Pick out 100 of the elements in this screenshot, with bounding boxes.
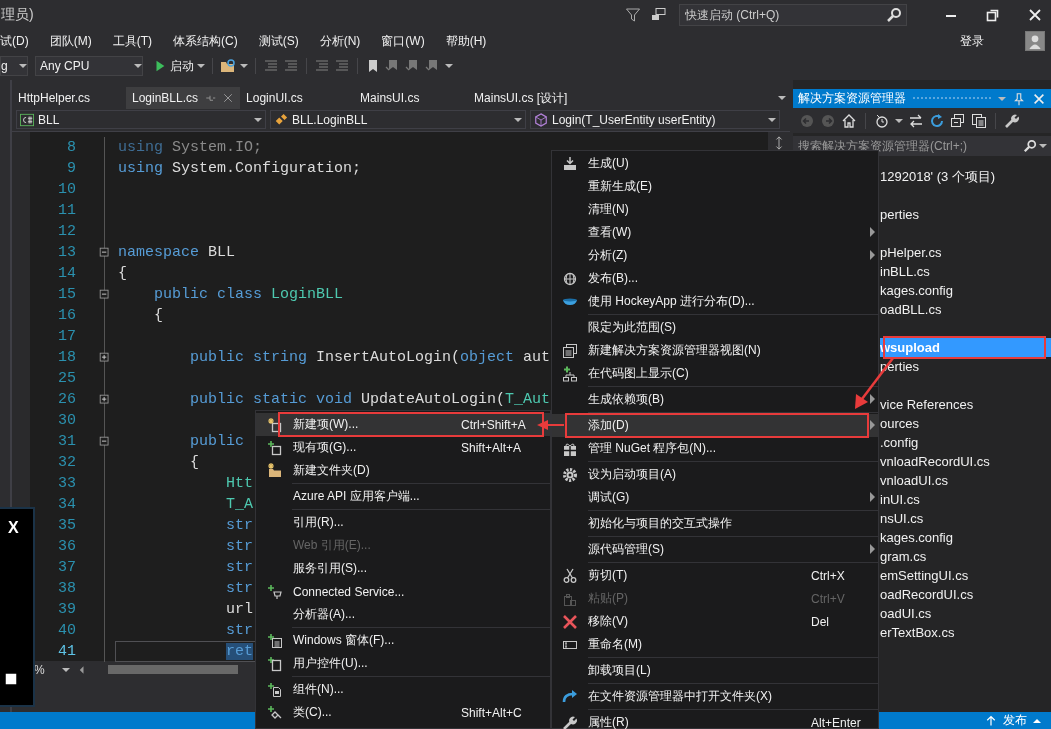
line-number: 32 <box>57 454 76 471</box>
sync-icon[interactable] <box>908 112 924 129</box>
filter-icon[interactable] <box>625 7 641 23</box>
menu-item[interactable]: 类(C)... Shift+Alt+C <box>256 701 550 724</box>
menu-item[interactable]: 体系结构(C) <box>173 32 238 50</box>
tree-item[interactable]: oadUI.cs <box>880 604 1051 623</box>
sign-in-link[interactable]: 登录 <box>960 32 984 50</box>
tree-item[interactable]: oadBLL.cs <box>880 300 1051 319</box>
tree-item[interactable]: emSettingUI.cs <box>880 566 1051 585</box>
menu-item[interactable]: Connected Service... <box>256 580 550 603</box>
editor-tab[interactable]: MainsUI.cs [设计] <box>468 87 583 109</box>
menu-item[interactable]: 初始化与项目的交互式操作 <box>552 512 878 535</box>
expand-icon[interactable] <box>98 350 112 365</box>
menu-item[interactable]: 调试(G) <box>552 486 878 509</box>
menu-item[interactable]: 组件(N)... <box>256 678 550 701</box>
code-line: str <box>225 622 254 639</box>
menu-item[interactable]: 新建文件夹(D) <box>256 459 550 482</box>
menu-item[interactable]: 重新生成(E) <box>552 175 878 198</box>
platform-dropdown[interactable]: Any CPU <box>35 56 143 76</box>
wrench-icon[interactable] <box>1004 112 1020 129</box>
tree-item[interactable]: vice References <box>880 395 1051 414</box>
tree-item[interactable]: ources <box>880 414 1051 433</box>
restore-icon[interactable] <box>985 7 1001 23</box>
menu-item[interactable]: 测试(S) <box>258 32 299 50</box>
menu-item[interactable]: 引用(R)... <box>256 511 550 534</box>
caret-icon <box>514 117 522 122</box>
menu-item[interactable]: 窗口(W) <box>381 32 425 50</box>
feedback-icon[interactable] <box>651 7 667 23</box>
menu-item[interactable]: 工具(T) <box>112 32 152 50</box>
horizontal-scrollbar[interactable] <box>108 665 238 674</box>
tree-item[interactable]: oadRecordUI.cs <box>880 585 1051 604</box>
caret-icon[interactable] <box>778 96 786 100</box>
class-dropdown[interactable]: BLL.LoginBLL <box>270 110 526 129</box>
avatar-icon[interactable] <box>1025 31 1045 51</box>
menu-item[interactable]: 生成依赖项(B) <box>552 388 878 411</box>
tree-item[interactable]: kages.config <box>880 281 1051 300</box>
search-icon[interactable] <box>886 7 902 23</box>
tree-item[interactable]: inBLL.cs <box>880 262 1051 281</box>
configuration-dropdown[interactable]: g <box>0 56 28 76</box>
menu-item[interactable]: 管理 NuGet 程序包(N)... <box>552 437 878 460</box>
collapse-icon[interactable] <box>98 287 112 302</box>
menu-item[interactable]: 设为启动项目(A) <box>552 463 878 486</box>
menu-item[interactable]: 在文件资源管理器中打开文件夹(X) <box>552 685 878 708</box>
quick-launch-field[interactable]: 快速启动 (Ctrl+Q) <box>679 4 907 26</box>
tree-item[interactable]: vnloadUI.cs <box>880 471 1051 490</box>
refresh-icon[interactable] <box>929 112 945 129</box>
expand-icon[interactable] <box>98 392 112 407</box>
menu-item[interactable]: 现有项(G)... Shift+Alt+A <box>256 436 550 459</box>
editor-tab[interactable]: HttpHelper.cs <box>12 87 126 109</box>
menu-item[interactable]: 移除(V) Del <box>552 610 878 633</box>
menu-item[interactable]: 发布(B)... <box>552 267 878 290</box>
tree-item[interactable]: 1292018' (3 个项目) <box>880 167 1051 186</box>
publish-button[interactable]: 发布 <box>975 712 1051 729</box>
caret-icon <box>134 64 142 68</box>
menu-item[interactable]: 团队(M) <box>49 32 92 50</box>
close-icon[interactable] <box>1027 7 1043 23</box>
tree-item[interactable]: nsUI.cs <box>880 509 1051 528</box>
tree-item[interactable]: .config <box>880 433 1051 452</box>
menu-item[interactable]: 试(D) <box>0 32 29 50</box>
menu-item[interactable]: 分析器(A)... <box>256 603 550 626</box>
menu-item[interactable]: 限定为此范围(S) <box>552 316 878 339</box>
menu-item[interactable]: 重命名(M) <box>552 633 878 656</box>
close-button[interactable]: X <box>8 519 19 537</box>
collapse-icon[interactable] <box>98 245 112 260</box>
menu-item[interactable]: 新建解决方案资源管理器视图(N) <box>552 339 878 362</box>
menu-item[interactable]: 使用 HockeyApp 进行分布(D)... <box>552 290 878 313</box>
menu-item[interactable]: 剪切(T) Ctrl+X <box>552 564 878 587</box>
menu-item[interactable]: 在代码图上显示(C) <box>552 362 878 385</box>
start-button[interactable]: 启动 <box>153 57 205 75</box>
tree-item[interactable]: gram.cs <box>880 547 1051 566</box>
folder-icon[interactable] <box>220 58 236 74</box>
home-icon[interactable] <box>841 112 857 129</box>
menu-item[interactable]: 属性(R) Alt+Enter <box>552 711 878 729</box>
collapse-all-icon[interactable] <box>950 112 966 129</box>
menu-item[interactable]: 分析(Z) <box>552 244 878 267</box>
collapse-icon[interactable] <box>98 434 112 449</box>
tree-item[interactable]: pHelper.cs <box>880 243 1051 262</box>
menu-item[interactable]: 服务引用(S)... <box>256 557 550 580</box>
search-icon <box>1023 139 1037 153</box>
editor-tab[interactable]: LoginUI.cs <box>240 87 355 109</box>
member-dropdown[interactable]: Login(T_UserEntity userEntity) <box>530 110 780 129</box>
copy-icon[interactable] <box>971 112 987 129</box>
menu-item[interactable]: 分析(N) <box>319 32 361 50</box>
menu-item[interactable]: 添加(D) <box>552 414 878 437</box>
menu-item[interactable]: 卸载项目(L) <box>552 659 878 682</box>
tree-item[interactable]: vnloadRecordUI.cs <box>880 452 1051 471</box>
tree-item[interactable]: erTextBox.cs <box>880 623 1051 642</box>
clock-icon[interactable] <box>874 112 890 129</box>
editor-tab[interactable]: MainsUI.cs <box>354 87 469 109</box>
editor-tab[interactable]: LoginBLL.cs <box>126 87 241 109</box>
tree-item[interactable]: kages.config <box>880 528 1051 547</box>
menu-item[interactable]: 帮助(H) <box>445 32 487 50</box>
tree-item[interactable]: inUI.cs <box>880 490 1051 509</box>
menu-item[interactable]: 清理(N) <box>552 198 878 221</box>
menu-item[interactable]: 源代码管理(S) <box>552 538 878 561</box>
menu-item[interactable]: 查看(W) <box>552 221 878 244</box>
project-dropdown[interactable]: BLL <box>16 110 266 129</box>
menu-item[interactable]: 新建项(W)... Ctrl+Shift+A <box>256 413 550 436</box>
menu-item[interactable]: Azure API 应用客户端... <box>256 485 550 508</box>
tree-item[interactable]: perties <box>880 205 1051 224</box>
